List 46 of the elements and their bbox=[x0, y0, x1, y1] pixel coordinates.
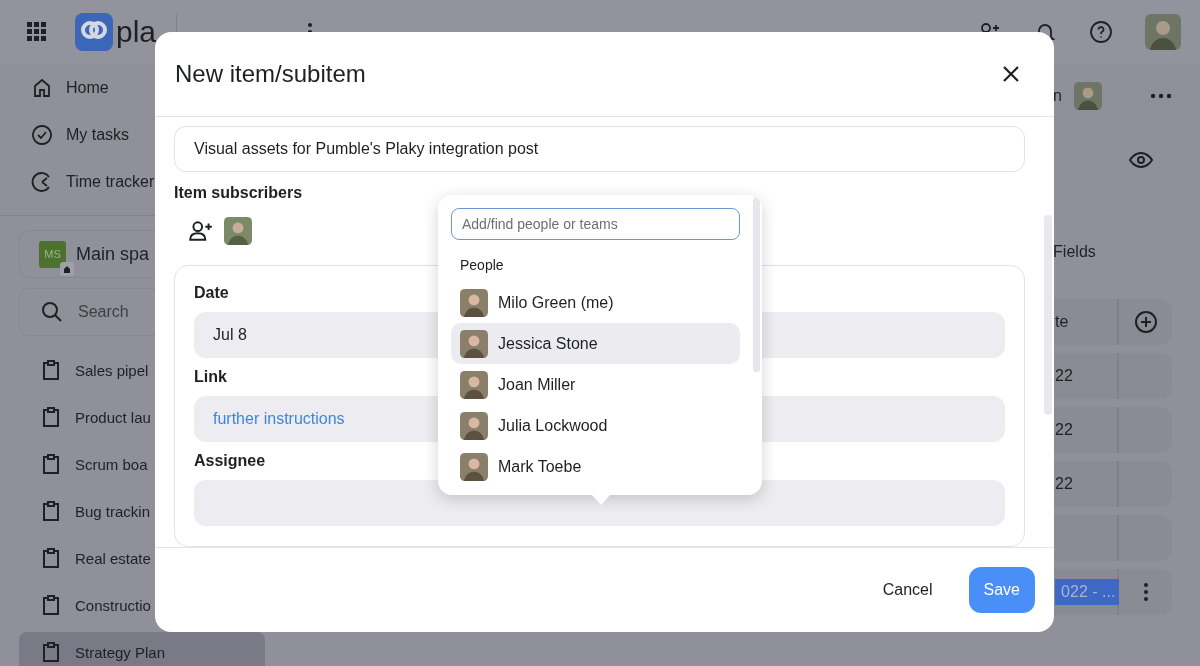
close-icon[interactable] bbox=[1001, 64, 1021, 84]
table-cell: 022 - ... bbox=[1053, 569, 1120, 615]
avatar bbox=[460, 370, 488, 399]
board-item[interactable]: Bug trackin bbox=[19, 491, 266, 531]
board-item[interactable]: Real estate bbox=[19, 538, 266, 578]
table-cell: 22 bbox=[1053, 407, 1120, 453]
cancel-button[interactable]: Cancel bbox=[874, 575, 941, 605]
fields-label[interactable]: Fields bbox=[1053, 243, 1172, 261]
dialog-title: New item/subitem bbox=[175, 60, 366, 88]
save-button[interactable]: Save bbox=[968, 567, 1035, 613]
person-item[interactable]: Joan Miller bbox=[451, 364, 740, 405]
item-name-field[interactable]: Visual assets for Pumble's Plaky integration post bbox=[174, 126, 1025, 172]
person-item[interactable]: Jessica Stone bbox=[451, 323, 740, 364]
field-label: Item subscribers bbox=[174, 184, 304, 202]
avatar bbox=[460, 411, 488, 440]
table-cell: 22 bbox=[1053, 461, 1120, 507]
person-item[interactable]: Julia Lockwood bbox=[451, 405, 740, 446]
field-label: Assignee bbox=[194, 452, 266, 470]
search-field[interactable]: Add/find people or teams bbox=[451, 208, 740, 240]
board-item[interactable]: Strategy Plan bbox=[19, 632, 266, 666]
add-person-icon[interactable] bbox=[188, 218, 214, 244]
add-column-icon[interactable] bbox=[1133, 310, 1158, 334]
more-icon[interactable] bbox=[1150, 93, 1172, 99]
avatar bbox=[460, 329, 488, 358]
table-cell bbox=[1053, 515, 1120, 561]
avatar bbox=[224, 217, 252, 245]
avatar bbox=[460, 452, 488, 481]
scrollbar[interactable] bbox=[753, 197, 760, 372]
person-item[interactable]: Milo Green (me) bbox=[451, 282, 740, 323]
table-cell: 22 bbox=[1053, 353, 1120, 399]
table-cell: te bbox=[1053, 299, 1120, 345]
avatar bbox=[1074, 82, 1102, 110]
logo-icon bbox=[75, 13, 113, 51]
avatar bbox=[460, 288, 488, 317]
section-label: People bbox=[460, 257, 505, 273]
more-icon[interactable] bbox=[1142, 582, 1149, 602]
logo-text: pla bbox=[116, 15, 157, 49]
owner-label: n bbox=[1053, 87, 1062, 105]
person-item[interactable]: Mark Toebe bbox=[451, 446, 740, 487]
apps-grid-icon[interactable] bbox=[27, 22, 47, 42]
search-icon bbox=[40, 300, 64, 324]
home-badge-icon bbox=[60, 261, 74, 276]
board-item[interactable]: Constructio bbox=[19, 585, 266, 625]
help-icon[interactable] bbox=[1089, 20, 1113, 44]
avatar[interactable] bbox=[1145, 14, 1181, 50]
field-label: Link bbox=[194, 368, 227, 386]
